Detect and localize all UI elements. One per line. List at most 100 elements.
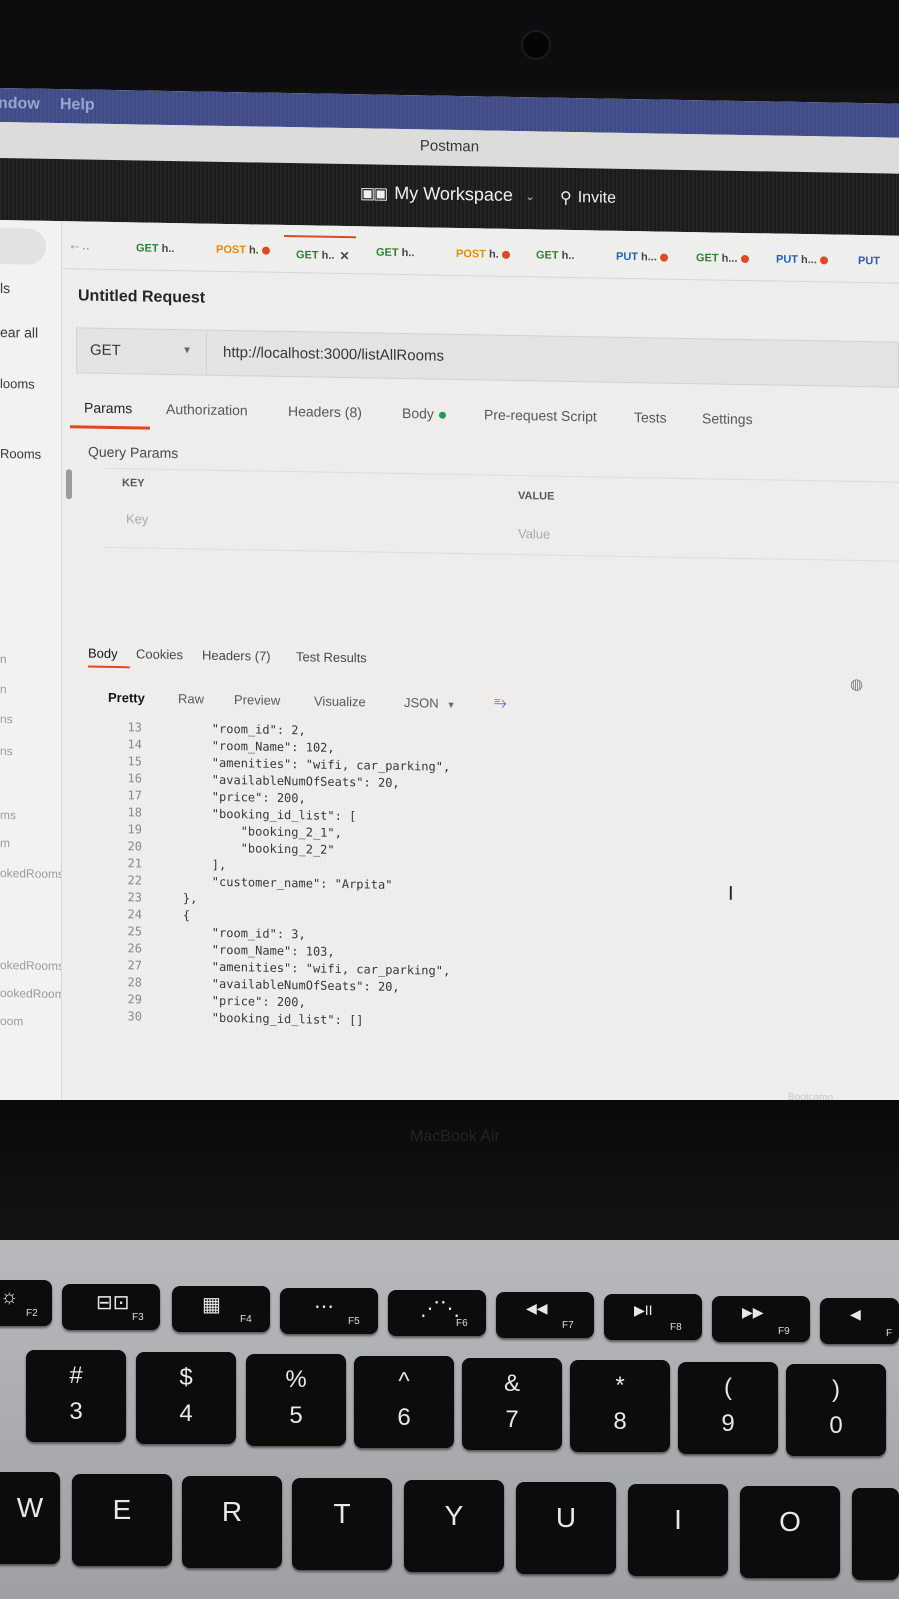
menu-window[interactable]: ndow bbox=[0, 95, 40, 114]
response-tab-headers[interactable]: Headers (7) bbox=[202, 648, 271, 664]
value-header: VALUE bbox=[518, 490, 555, 503]
request-title[interactable]: Untitled Request bbox=[78, 287, 205, 307]
sidebar-item[interactable]: okedRooms bbox=[0, 958, 62, 973]
close-icon[interactable]: ✕ bbox=[339, 249, 349, 263]
code-line: "price": 200, bbox=[154, 992, 306, 1010]
sidebar-item[interactable]: oom bbox=[0, 1014, 23, 1028]
sidebar-item[interactable]: ms bbox=[0, 808, 16, 822]
key-7[interactable]: & 7 bbox=[462, 1358, 562, 1450]
view-raw[interactable]: Raw bbox=[178, 691, 204, 706]
key-input[interactable]: Key bbox=[126, 511, 148, 526]
key-letter: U bbox=[555, 1502, 577, 1533]
wrap-lines-icon[interactable]: ⥱ bbox=[494, 695, 507, 713]
key-3[interactable]: # 3 bbox=[26, 1350, 126, 1442]
key-f4[interactable]: ▦ F4 bbox=[172, 1286, 270, 1332]
key-u[interactable]: U bbox=[516, 1482, 616, 1574]
play-pause-icon: ▶II bbox=[634, 1302, 653, 1318]
tab-authorization[interactable]: Authorization bbox=[166, 401, 248, 418]
sidebar-item[interactable]: okedRooms bbox=[0, 866, 62, 881]
sidebar-scrollbar[interactable] bbox=[66, 469, 72, 500]
sidebar-item[interactable]: ear all bbox=[0, 324, 38, 341]
key-label: F7 bbox=[562, 1320, 574, 1331]
key-6[interactable]: ^ 6 bbox=[354, 1356, 454, 1448]
request-tab[interactable]: PUT bbox=[858, 251, 880, 271]
key-f5[interactable]: ⋯ F5 bbox=[280, 1288, 378, 1334]
request-tab-active[interactable]: GET h.. ✕ bbox=[284, 234, 356, 267]
sidebar-item[interactable]: n bbox=[0, 652, 7, 666]
key-f10[interactable]: ◀ F bbox=[820, 1298, 899, 1344]
response-tab-body[interactable]: Body bbox=[88, 646, 118, 662]
response-tab-cookies[interactable]: Cookies bbox=[136, 646, 183, 662]
keyboard-light-up-icon: ⋰⋱ bbox=[420, 1298, 460, 1320]
tab-scroll-left-icon[interactable]: ←.. bbox=[68, 236, 90, 252]
request-tab[interactable]: PUT h... bbox=[616, 247, 668, 268]
key-p[interactable] bbox=[852, 1488, 899, 1580]
key-f9[interactable]: ▶▶ F9 bbox=[712, 1296, 810, 1342]
sidebar-item[interactable]: n bbox=[0, 682, 7, 696]
sidebar-search-input[interactable] bbox=[0, 227, 46, 265]
request-tab[interactable]: POST h. bbox=[216, 240, 270, 261]
globe-icon[interactable]: ◍ bbox=[850, 675, 863, 693]
code-line: "availableNumOfSeats": 20, bbox=[154, 771, 400, 790]
key-f6[interactable]: ⋰⋱ F6 bbox=[388, 1290, 486, 1336]
key-8[interactable]: * 8 bbox=[570, 1360, 670, 1452]
code-line: "room_id": 3, bbox=[154, 924, 306, 942]
key-f7[interactable]: ◀◀ F7 bbox=[496, 1292, 594, 1338]
tab-body[interactable]: Body bbox=[402, 405, 446, 422]
tab-settings[interactable]: Settings bbox=[702, 410, 753, 427]
value-input[interactable]: Value bbox=[518, 526, 550, 542]
key-t[interactable]: T bbox=[292, 1478, 392, 1570]
request-tab[interactable]: GET h.. bbox=[136, 238, 174, 259]
request-tab[interactable]: POST h. bbox=[456, 244, 510, 265]
tab-tests[interactable]: Tests bbox=[634, 409, 667, 426]
key-f8[interactable]: ▶II F8 bbox=[604, 1294, 702, 1340]
key-label: F8 bbox=[670, 1322, 682, 1333]
tab-method: PUT bbox=[776, 253, 798, 266]
url-input[interactable]: http://localhost:3000/listAllRooms bbox=[223, 344, 444, 365]
tab-prerequest-script[interactable]: Pre-request Script bbox=[484, 406, 597, 424]
request-tab[interactable]: GET h.. bbox=[376, 243, 414, 264]
response-body-code[interactable]: 13 "room_id": 2, 14 "room_Name": 102, 15… bbox=[108, 720, 808, 1052]
key-o[interactable]: O bbox=[740, 1486, 840, 1578]
line-number: 30 bbox=[127, 1009, 142, 1024]
key-y[interactable]: Y bbox=[404, 1480, 504, 1572]
request-tab[interactable]: GET h.. bbox=[536, 245, 574, 266]
format-select[interactable]: JSON ▼ bbox=[404, 695, 456, 711]
key-i[interactable]: I bbox=[628, 1484, 728, 1576]
invite-button[interactable]: ⚲ Invite bbox=[560, 188, 616, 209]
sidebar-item[interactable]: ns bbox=[0, 712, 13, 726]
key-e[interactable]: E bbox=[72, 1474, 172, 1566]
menu-help[interactable]: Help bbox=[60, 96, 95, 115]
sidebar-item[interactable]: Rooms bbox=[0, 446, 41, 462]
sidebar-item[interactable]: ookedRooms bbox=[0, 986, 62, 1001]
key-0[interactable]: ) 0 bbox=[786, 1364, 886, 1456]
key-r[interactable]: R bbox=[182, 1476, 282, 1568]
key-f3[interactable]: ⊟⊡ F3 bbox=[62, 1284, 160, 1330]
text-cursor-icon: I bbox=[728, 882, 734, 905]
view-preview[interactable]: Preview bbox=[234, 692, 280, 708]
sidebar-item[interactable]: ns bbox=[0, 744, 13, 758]
view-visualize[interactable]: Visualize bbox=[314, 693, 366, 709]
key-4[interactable]: $ 4 bbox=[136, 1352, 236, 1444]
key-w[interactable]: W bbox=[0, 1472, 60, 1564]
key-f2[interactable]: ☼ F2 bbox=[0, 1280, 52, 1326]
method-select[interactable]: GET ▼ bbox=[77, 328, 207, 375]
key-9[interactable]: ( 9 bbox=[678, 1362, 778, 1454]
line-number: 14 bbox=[127, 737, 142, 752]
key-digit: 5 bbox=[289, 1402, 303, 1429]
view-pretty[interactable]: Pretty bbox=[108, 690, 145, 706]
tab-params[interactable]: Params bbox=[84, 399, 132, 416]
response-tab-test-results[interactable]: Test Results bbox=[296, 649, 367, 665]
code-line: { bbox=[154, 907, 191, 923]
key-5[interactable]: % 5 bbox=[246, 1354, 346, 1446]
request-tab[interactable]: PUT h... bbox=[776, 250, 828, 271]
sidebar-item[interactable]: looms bbox=[0, 376, 35, 392]
tab-headers[interactable]: Headers (8) bbox=[288, 403, 362, 420]
code-line: "availableNumOfSeats": 20, bbox=[154, 975, 400, 994]
key-symbol: * bbox=[615, 1372, 625, 1399]
sidebar-item[interactable]: ls bbox=[0, 280, 10, 296]
request-tab[interactable]: GET h... bbox=[696, 248, 749, 269]
sidebar-item[interactable]: m bbox=[0, 836, 10, 850]
tab-method: POST bbox=[456, 247, 486, 261]
workspace-switcher[interactable]: ▣▣ My Workspace ⌄ bbox=[360, 182, 535, 206]
